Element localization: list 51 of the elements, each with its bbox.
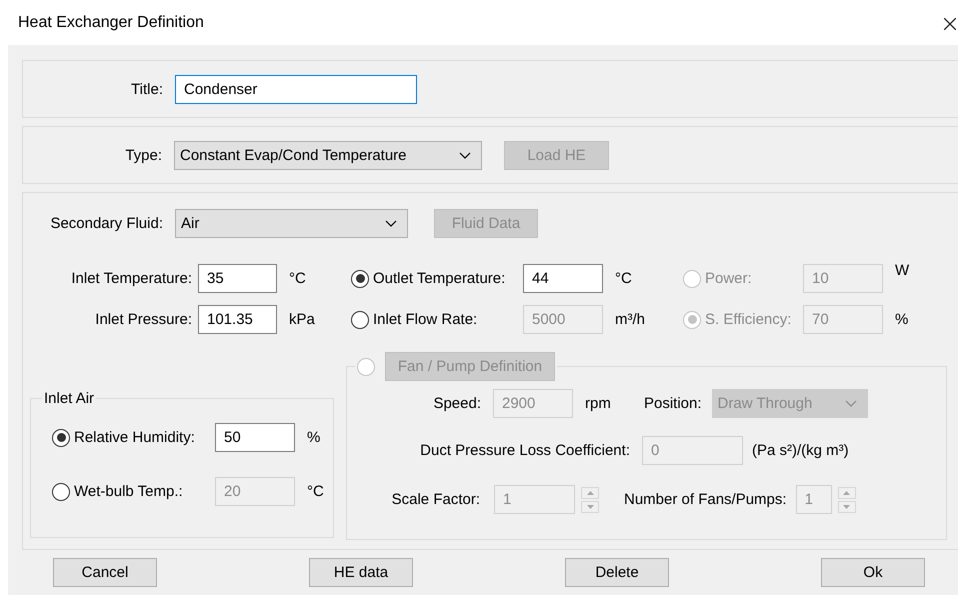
- window-title: Heat Exchanger Definition: [18, 14, 204, 32]
- group-title: Inlet Air: [43, 390, 96, 407]
- field-label: Inlet Temperature:: [70, 270, 193, 287]
- type-dropdown[interactable]: Constant Evap/Cond Temperature: [174, 140, 482, 170]
- radio-button[interactable]: [351, 270, 369, 288]
- input-field[interactable]: 101.35: [198, 305, 277, 334]
- unit-label: W: [894, 262, 910, 279]
- chevron-down-icon: [459, 152, 471, 158]
- chevron-down-icon: [385, 220, 397, 227]
- fluid-dropdown[interactable]: Air: [175, 209, 408, 238]
- field-label: Title:: [130, 80, 164, 98]
- triangle-up-icon: [843, 490, 850, 494]
- option-label: Wet-bulb Temp.:: [74, 483, 183, 500]
- field-label: Scale Factor:: [390, 491, 481, 508]
- field-label: Duct Pressure Loss Coefficient:: [419, 442, 631, 459]
- field-label: Number of Fans/Pumps:: [624, 491, 787, 508]
- close-icon[interactable]: [944, 18, 956, 30]
- unit-label: °C: [288, 270, 307, 287]
- option-label: Relative Humidity:: [74, 429, 195, 446]
- triangle-down-icon: [843, 504, 850, 508]
- dialog-button[interactable]: Delete: [565, 558, 669, 587]
- unit-label: kPa: [288, 311, 316, 328]
- input-field[interactable]: 50: [215, 423, 295, 452]
- unit-label: %: [306, 429, 320, 446]
- title-input[interactable]: Condenser: [175, 74, 417, 104]
- unit-label: (Pa s²)/(kg m³): [751, 442, 849, 459]
- radio-button[interactable]: [351, 310, 369, 328]
- input-field[interactable]: 35: [198, 264, 277, 293]
- option-label: S. Efficiency:: [705, 311, 792, 328]
- field-label: Inlet Pressure:: [94, 311, 193, 328]
- option-label: Power:: [705, 270, 752, 287]
- field-label: Type:: [124, 146, 163, 164]
- unit-label: °C: [614, 270, 633, 287]
- triangle-up-icon: [586, 490, 594, 494]
- field-label: Secondary Fluid:: [49, 215, 164, 232]
- unit-label: °C: [306, 483, 324, 500]
- option-label: Inlet Flow Rate:: [373, 311, 478, 328]
- dialog-button[interactable]: Ok: [821, 558, 925, 587]
- triangle-down-icon: [586, 504, 594, 508]
- unit-label: rpm: [584, 395, 612, 412]
- radio-button[interactable]: [52, 428, 70, 446]
- radio-button[interactable]: [52, 482, 70, 500]
- option-label: Outlet Temperature:: [373, 270, 506, 287]
- input-field[interactable]: 44: [523, 264, 603, 293]
- dialog-button[interactable]: HE data: [309, 558, 413, 587]
- field-label: Position:: [644, 395, 702, 412]
- field-label: Speed:: [432, 395, 482, 412]
- unit-label: m³/h: [614, 311, 646, 328]
- dialog-button[interactable]: Cancel: [53, 558, 157, 587]
- chevron-down-icon: [844, 400, 857, 407]
- unit-label: %: [894, 311, 910, 328]
